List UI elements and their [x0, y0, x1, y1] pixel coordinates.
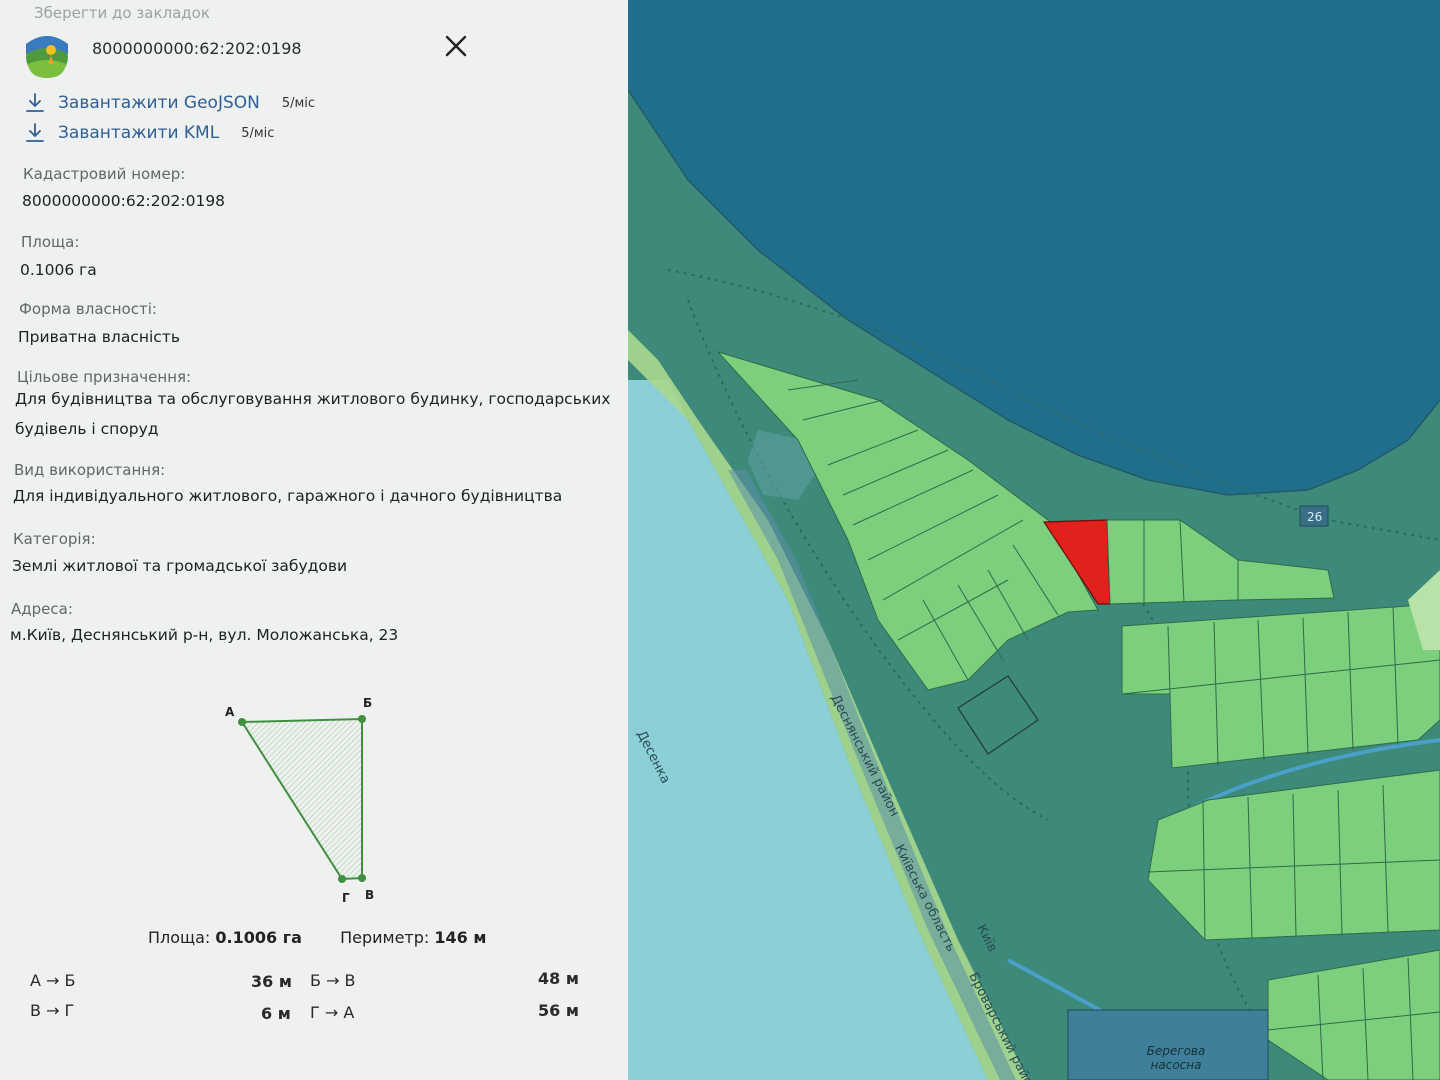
segment-label: В → Г: [30, 1001, 75, 1020]
road-number-text: 26: [1307, 510, 1322, 524]
usage-value: Для індивідуального житлового, гаражного…: [13, 487, 563, 505]
vertex-v-point: [358, 874, 366, 882]
download-geojson-link[interactable]: Завантажити GeoJSON 5/міс: [24, 90, 315, 116]
ownership-value: Приватна власність: [18, 328, 180, 346]
cadastral-map[interactable]: 26 Десенка Деснянський район Київська об…: [628, 0, 1440, 1080]
download-kml-label: Завантажити KML: [58, 123, 220, 143]
summary-perimeter-value: 146 м: [434, 928, 487, 947]
summary-area-value: 0.1006 га: [215, 928, 302, 947]
segment-length: 6 м: [261, 1004, 291, 1023]
segment-label: Б → В: [310, 971, 356, 990]
summary-area-label: Площа:: [148, 928, 211, 947]
station-label: Берегова насосна: [1146, 1044, 1206, 1072]
area-value: 0.1006 га: [20, 261, 97, 279]
segment-length: 36 м: [251, 972, 292, 991]
close-icon[interactable]: [442, 32, 470, 60]
vertex-b-point: [358, 715, 366, 723]
app-logo-icon: [26, 36, 68, 78]
vertex-v-label: В: [365, 888, 374, 902]
parcel-title: 8000000000:62:202:0198: [92, 39, 302, 58]
purpose-value: Для будівництва та обслуговування житлов…: [15, 390, 611, 438]
segment-label: А → Б: [30, 971, 76, 990]
parcel-shape-diagram: А Б В Г: [225, 696, 374, 905]
area-label: Площа:: [21, 233, 80, 251]
download-geojson-limit: 5/міс: [281, 95, 316, 111]
vertex-a-label: А: [225, 705, 235, 719]
vertex-a-point: [238, 718, 246, 726]
bookmark-link[interactable]: Зберегти до закладок: [34, 4, 210, 22]
summary-perimeter-label: Периметр:: [340, 928, 430, 947]
address-value: м.Київ, Деснянський р-н, вул. Моложанськ…: [10, 626, 399, 644]
download-icon: [26, 123, 44, 142]
parcel-polygon: [240, 717, 363, 881]
category-label: Категорія:: [13, 530, 96, 548]
download-kml-limit: 5/міс: [241, 125, 275, 141]
vertex-b-label: Б: [363, 696, 372, 710]
segment-length: 48 м: [538, 969, 579, 988]
vertex-g-point: [338, 875, 346, 883]
vertex-g-label: Г: [342, 891, 350, 905]
segment-length: 56 м: [538, 1001, 579, 1020]
usage-label: Вид використання:: [14, 461, 166, 479]
map-canvas[interactable]: 26: [628, 0, 1440, 1080]
ownership-label: Форма власності:: [19, 300, 157, 318]
category-value: Землі житлової та громадської забудови: [12, 557, 348, 575]
panel-header: 8000000000:62:202:0198: [20, 24, 480, 80]
parcel-info-panel: Зберегти до закладок 8000000000:62:202:0…: [0, 0, 628, 1080]
download-icon: [26, 93, 44, 112]
download-geojson-label: Завантажити GeoJSON: [58, 93, 260, 113]
cadastral-value: 8000000000:62:202:0198: [22, 192, 226, 210]
diagram-summary: Площа: 0.1006 га Периметр: 146 м: [148, 928, 486, 947]
address-label: Адреса:: [11, 600, 73, 618]
segment-label: Г → А: [310, 1003, 355, 1022]
download-kml-link[interactable]: Завантажити KML 5/міс: [24, 120, 274, 146]
cadastral-label: Кадастровий номер:: [23, 165, 186, 183]
